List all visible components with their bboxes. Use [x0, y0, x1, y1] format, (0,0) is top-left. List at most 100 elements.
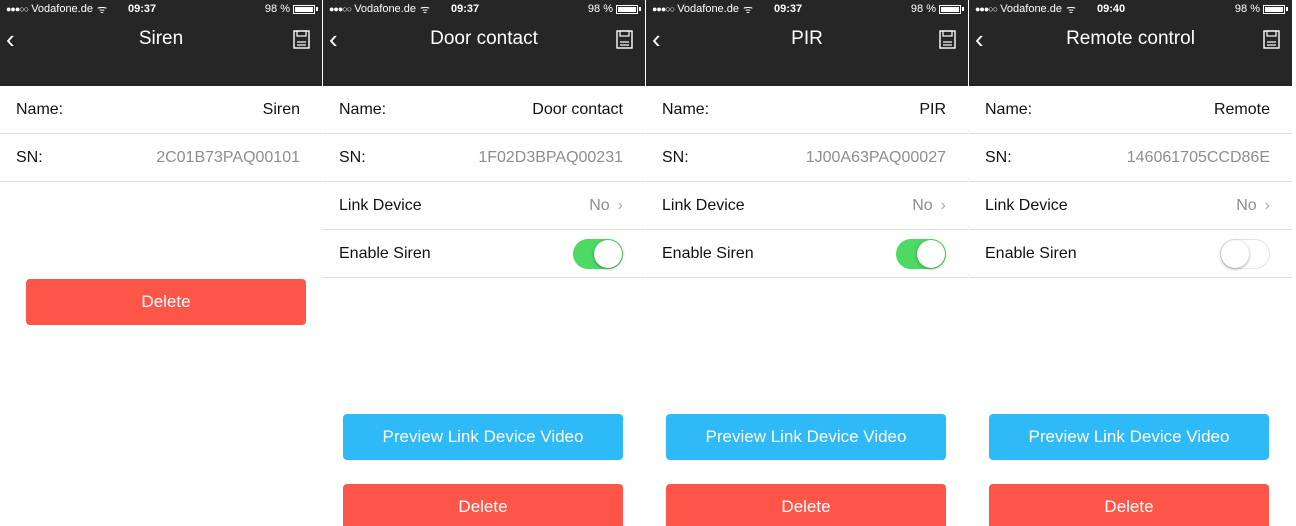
delete-button[interactable]: Delete	[343, 484, 623, 526]
save-icon[interactable]	[1263, 30, 1280, 49]
link-device-row[interactable]: Link Device No ›	[646, 182, 968, 230]
link-device-value: No	[912, 196, 933, 214]
door-contact-screen: ●●●○○ Vodafone.de ᯤ 09:37 98 % ‹ Door co…	[323, 0, 646, 526]
status-bar: ●●●○○ Vodafone.de ᯤ 09:37 98 %	[323, 0, 645, 18]
sn-label: SN:	[662, 148, 689, 166]
preview-link-device-video-button[interactable]: Preview Link Device Video	[666, 414, 946, 460]
chevron-right-icon: ›	[617, 196, 623, 214]
name-value: PIR	[919, 100, 946, 118]
enable-siren-toggle[interactable]	[1220, 238, 1270, 269]
name-row: Name: Remote	[969, 86, 1292, 134]
battery-percent: 98 %	[264, 3, 290, 15]
preview-link-device-video-button[interactable]: Preview Link Device Video	[989, 414, 1269, 460]
toggle-knob	[917, 239, 945, 268]
sn-label: SN:	[16, 148, 43, 166]
sn-row: SN: 2C01B73PAQ00101	[0, 134, 322, 182]
sn-row: SN: 1F02D3BPAQ00231	[323, 134, 645, 182]
nav-bar: ‹ Door contact	[323, 18, 645, 60]
link-device-row[interactable]: Link Device No ›	[323, 182, 645, 230]
name-row: Name: Door contact	[323, 86, 645, 134]
back-chevron-icon[interactable]: ‹	[652, 24, 661, 54]
remote-control-screen: ●●●○○ Vodafone.de ᯤ 09:40 98 % ‹ Remote …	[969, 0, 1292, 526]
delete-button[interactable]: Delete	[666, 484, 946, 526]
save-icon[interactable]	[939, 30, 956, 49]
page-title: PIR	[791, 28, 823, 49]
link-device-label: Link Device	[662, 196, 745, 214]
link-device-label: Link Device	[339, 196, 422, 214]
chevron-right-icon: ›	[1264, 196, 1270, 214]
name-value: Door contact	[532, 100, 623, 118]
enable-siren-label: Enable Siren	[339, 244, 431, 262]
status-bar: ●●●○○ Vodafone.de ᯤ 09:37 98 %	[0, 0, 322, 18]
sn-label: SN:	[985, 148, 1012, 166]
carrier-label: Vodafone.de	[1000, 3, 1062, 15]
enable-siren-row: Enable Siren	[969, 230, 1292, 278]
wifi-icon: ᯤ	[742, 3, 754, 16]
save-icon[interactable]	[616, 30, 633, 49]
sn-label: SN:	[339, 148, 366, 166]
back-chevron-icon[interactable]: ‹	[6, 24, 15, 54]
signal-icon: ●●●○○	[6, 4, 29, 14]
battery-percent: 98 %	[910, 3, 936, 15]
enable-siren-toggle[interactable]	[896, 238, 946, 269]
carrier-label: Vodafone.de	[677, 3, 739, 15]
sn-value: 1J00A63PAQ00027	[805, 148, 946, 166]
name-value: Siren	[262, 100, 300, 118]
battery-percent: 98 %	[1234, 3, 1260, 15]
page-title: Door contact	[430, 28, 538, 49]
enable-siren-row: Enable Siren	[323, 230, 645, 278]
link-device-label: Link Device	[985, 196, 1068, 214]
back-chevron-icon[interactable]: ‹	[329, 24, 338, 54]
save-icon[interactable]	[293, 30, 310, 49]
status-time: 09:37	[774, 3, 803, 15]
wifi-icon: ᯤ	[419, 3, 431, 16]
nav-bar: ‹ PIR	[646, 18, 968, 60]
link-device-row[interactable]: Link Device No ›	[969, 182, 1292, 230]
sn-value: 2C01B73PAQ00101	[156, 148, 300, 166]
wifi-icon: ᯤ	[1065, 3, 1077, 16]
enable-siren-toggle[interactable]	[573, 238, 623, 269]
preview-link-device-video-button[interactable]: Preview Link Device Video	[343, 414, 623, 460]
chevron-right-icon: ›	[940, 196, 946, 214]
nav-bar: ‹ Remote control	[969, 18, 1292, 60]
sn-value: 146061705CCD86E	[1126, 148, 1270, 166]
toggle-knob	[1221, 239, 1249, 268]
carrier-label: Vodafone.de	[31, 3, 93, 15]
sn-row: SN: 1J00A63PAQ00027	[646, 134, 968, 182]
page-title: Remote control	[1066, 28, 1195, 49]
status-bar: ●●●○○ Vodafone.de ᯤ 09:37 98 %	[646, 0, 968, 18]
battery-icon	[293, 4, 315, 14]
name-label: Name:	[985, 100, 1033, 118]
battery-icon	[616, 4, 638, 14]
siren-screen: ●●●○○ Vodafone.de ᯤ 09:37 98 % ‹ Siren N…	[0, 0, 323, 526]
enable-siren-row: Enable Siren	[646, 230, 968, 278]
battery-icon	[1263, 4, 1285, 14]
battery-indicator: 98 %	[588, 3, 641, 15]
signal-icon: ●●●○○	[975, 4, 998, 14]
name-value: Remote	[1213, 100, 1270, 118]
top-bar: ●●●○○ Vodafone.de ᯤ 09:37 98 % ‹ Door co…	[323, 0, 645, 86]
top-bar: ●●●○○ Vodafone.de ᯤ 09:37 98 % ‹ PIR	[646, 0, 968, 86]
status-bar: ●●●○○ Vodafone.de ᯤ 09:40 98 %	[969, 0, 1292, 18]
enable-siren-label: Enable Siren	[985, 244, 1077, 262]
signal-icon: ●●●○○	[652, 4, 675, 14]
sn-row: SN: 146061705CCD86E	[969, 134, 1292, 182]
signal-icon: ●●●○○	[329, 4, 352, 14]
battery-percent: 98 %	[587, 3, 613, 15]
carrier-label: Vodafone.de	[354, 3, 416, 15]
wifi-icon: ᯤ	[96, 3, 108, 16]
name-row: Name: Siren	[0, 86, 322, 134]
status-time: 09:40	[1097, 3, 1126, 15]
battery-icon	[939, 4, 961, 14]
name-label: Name:	[662, 100, 710, 118]
top-bar: ●●●○○ Vodafone.de ᯤ 09:40 98 % ‹ Remote …	[969, 0, 1292, 86]
battery-indicator: 98 %	[265, 3, 318, 15]
top-bar: ●●●○○ Vodafone.de ᯤ 09:37 98 % ‹ Siren	[0, 0, 322, 86]
back-chevron-icon[interactable]: ‹	[975, 24, 984, 54]
delete-button[interactable]: Delete	[26, 279, 306, 325]
sn-value: 1F02D3BPAQ00231	[478, 148, 623, 166]
name-label: Name:	[339, 100, 387, 118]
delete-button[interactable]: Delete	[989, 484, 1269, 526]
link-device-value: No	[589, 196, 610, 214]
name-label: Name:	[16, 100, 64, 118]
